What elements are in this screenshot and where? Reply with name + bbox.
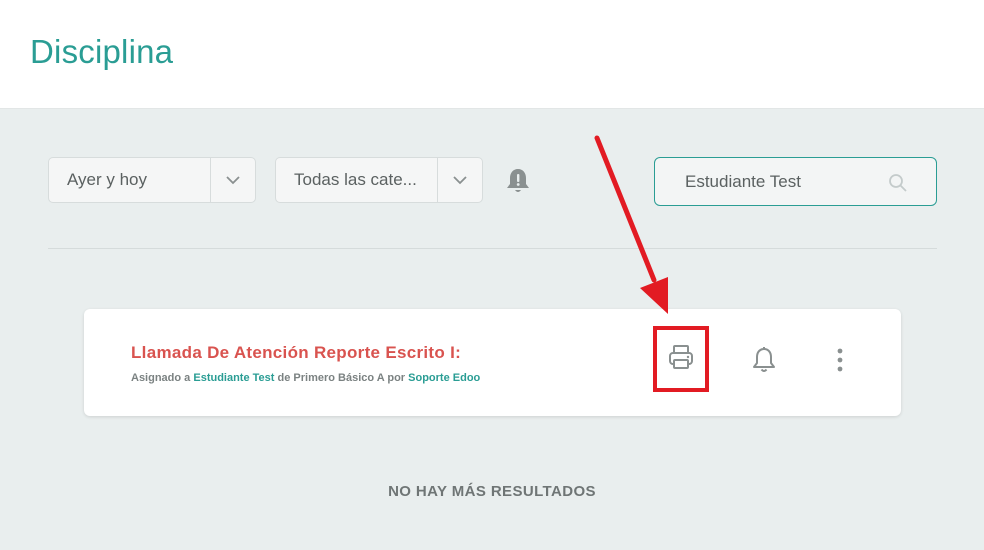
more-options-button[interactable] <box>832 348 848 377</box>
no-more-results: NO HAY MÁS RESULTADOS <box>388 483 596 500</box>
notify-button[interactable] <box>750 346 778 379</box>
page-title: Disciplina <box>30 33 174 70</box>
category-value: Todas las cate... <box>294 170 417 189</box>
page-header: Disciplina <box>0 0 984 109</box>
student-link[interactable]: Estudiante Test <box>193 372 274 384</box>
date-range-value: Ayer y hoy <box>67 170 148 189</box>
meta-middle: de Primero Básico A <box>277 372 385 384</box>
print-button[interactable] <box>653 326 709 392</box>
divider <box>48 248 937 249</box>
search-field[interactable] <box>654 157 937 206</box>
record-meta: Asignado a Estudiante Test de Primero Bá… <box>131 372 480 384</box>
meta-prefix: Asignado a <box>131 372 191 384</box>
discipline-record-card[interactable]: Llamada De Atención Reporte Escrito I: A… <box>84 309 901 416</box>
category-select[interactable]: Todas las cate... <box>275 157 483 203</box>
date-range-select[interactable]: Ayer y hoy <box>48 157 256 203</box>
printer-icon <box>667 343 695 376</box>
more-vertical-icon <box>836 348 844 377</box>
meta-by: por <box>387 372 406 384</box>
bell-alert-icon[interactable] <box>504 166 532 196</box>
chevron-down-icon[interactable] <box>210 158 255 202</box>
search-icon[interactable] <box>888 173 908 193</box>
bell-icon <box>751 346 777 379</box>
author-link[interactable]: Soporte Edoo <box>408 372 480 384</box>
record-title[interactable]: Llamada De Atención Reporte Escrito I: <box>131 343 461 363</box>
search-input[interactable] <box>655 170 887 193</box>
chevron-down-icon[interactable] <box>437 158 482 202</box>
